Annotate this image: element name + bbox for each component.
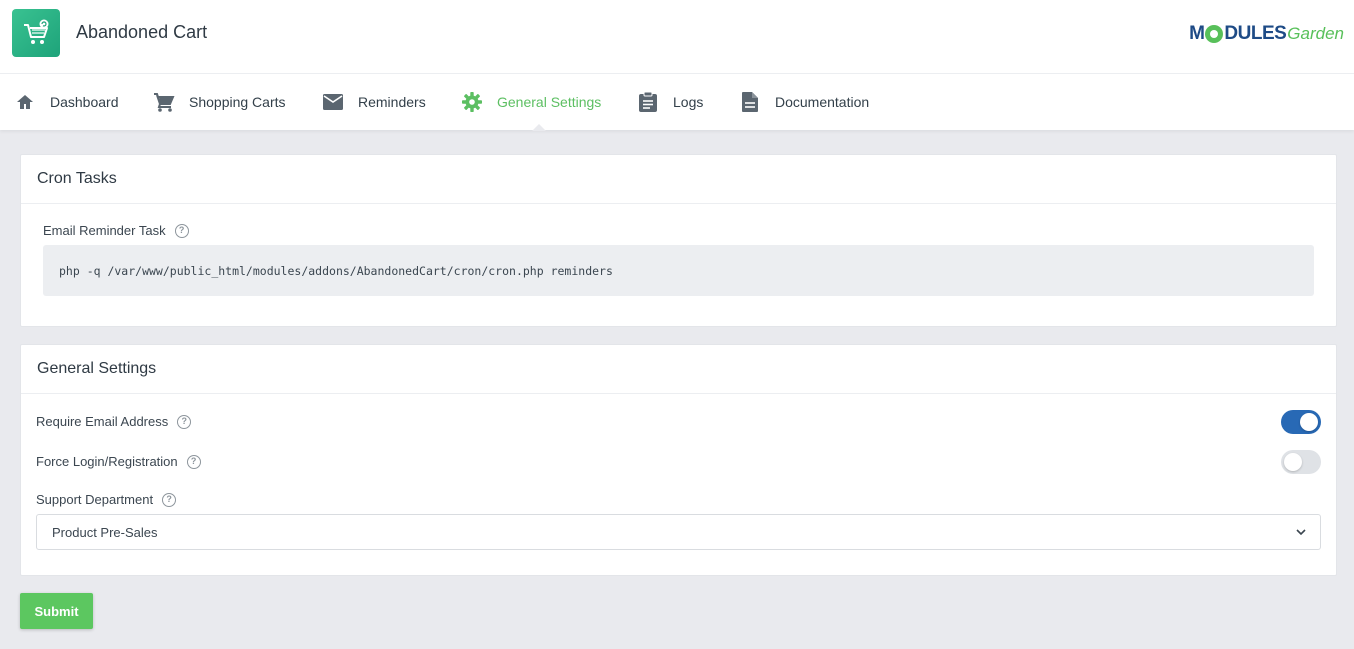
email-reminder-task-label: Email Reminder Task ? [43,223,189,238]
nav-item-general-settings[interactable]: General Settings [461,74,601,130]
submit-button[interactable]: Submit [20,593,93,629]
mail-icon [322,91,344,113]
nav-item-reminders[interactable]: Reminders [322,74,426,130]
brand-text-garden: Garden [1287,24,1344,43]
force-login-label: Force Login/Registration ? [36,454,201,469]
help-icon[interactable]: ? [186,454,201,469]
home-icon [14,91,36,113]
clipboard-icon [637,91,659,113]
nav-item-dashboard[interactable]: Dashboard [14,74,119,130]
nav-item-shopping-carts[interactable]: Shopping Carts [153,74,286,130]
active-tab-caret [532,124,546,131]
main-nav: Dashboard Shopping Carts Reminders Gener… [0,74,1354,130]
app-title: Abandoned Cart [76,22,208,42]
chevron-down-icon [1296,529,1306,536]
toggle-knob [1300,413,1318,431]
require-email-label: Require Email Address ? [36,414,192,429]
brand-text-modules: DULES [1224,23,1287,44]
nav-item-logs[interactable]: Logs [637,74,703,130]
label-text: Support Department [36,492,154,507]
help-icon[interactable]: ? [174,223,189,238]
nav-label: General Settings [497,94,602,110]
label-text: Email Reminder Task [43,223,166,238]
toggle-knob [1284,453,1302,471]
modulesgarden-logo: M DULES Garden [1189,22,1344,46]
document-icon [739,91,761,113]
nav-label: Dashboard [50,94,119,110]
nav-item-documentation[interactable]: Documentation [739,74,869,130]
label-text: Force Login/Registration [36,454,178,469]
gear-icon [461,91,483,113]
help-icon[interactable]: ? [162,492,177,507]
cart-logo-icon [12,9,60,57]
require-email-toggle[interactable] [1281,410,1321,434]
general-settings-panel: General Settings Require Email Address ?… [20,344,1337,576]
panel-title: Cron Tasks [21,155,1336,204]
support-department-select[interactable]: Product Pre-Sales [36,514,1321,550]
app-header: Abandoned Cart M DULES Garden [0,0,1354,74]
nav-label: Shopping Carts [189,94,286,110]
panel-title: General Settings [21,345,1336,394]
support-department-label: Support Department ? [36,492,177,507]
selected-value: Product Pre-Sales [52,524,158,540]
nav-label: Documentation [775,94,870,110]
brand-globe-icon [1205,25,1224,43]
nav-label: Reminders [358,94,426,110]
nav-label: Logs [673,94,704,110]
cron-command[interactable]: php -q /var/www/public_html/modules/addo… [43,245,1314,296]
cron-tasks-panel: Cron Tasks Email Reminder Task ? php -q … [20,154,1337,327]
cart-icon [153,91,175,113]
help-icon[interactable]: ? [177,414,192,429]
label-text: Require Email Address [36,414,169,429]
brand-text-m: M [1189,23,1205,44]
force-login-toggle[interactable] [1281,450,1321,474]
